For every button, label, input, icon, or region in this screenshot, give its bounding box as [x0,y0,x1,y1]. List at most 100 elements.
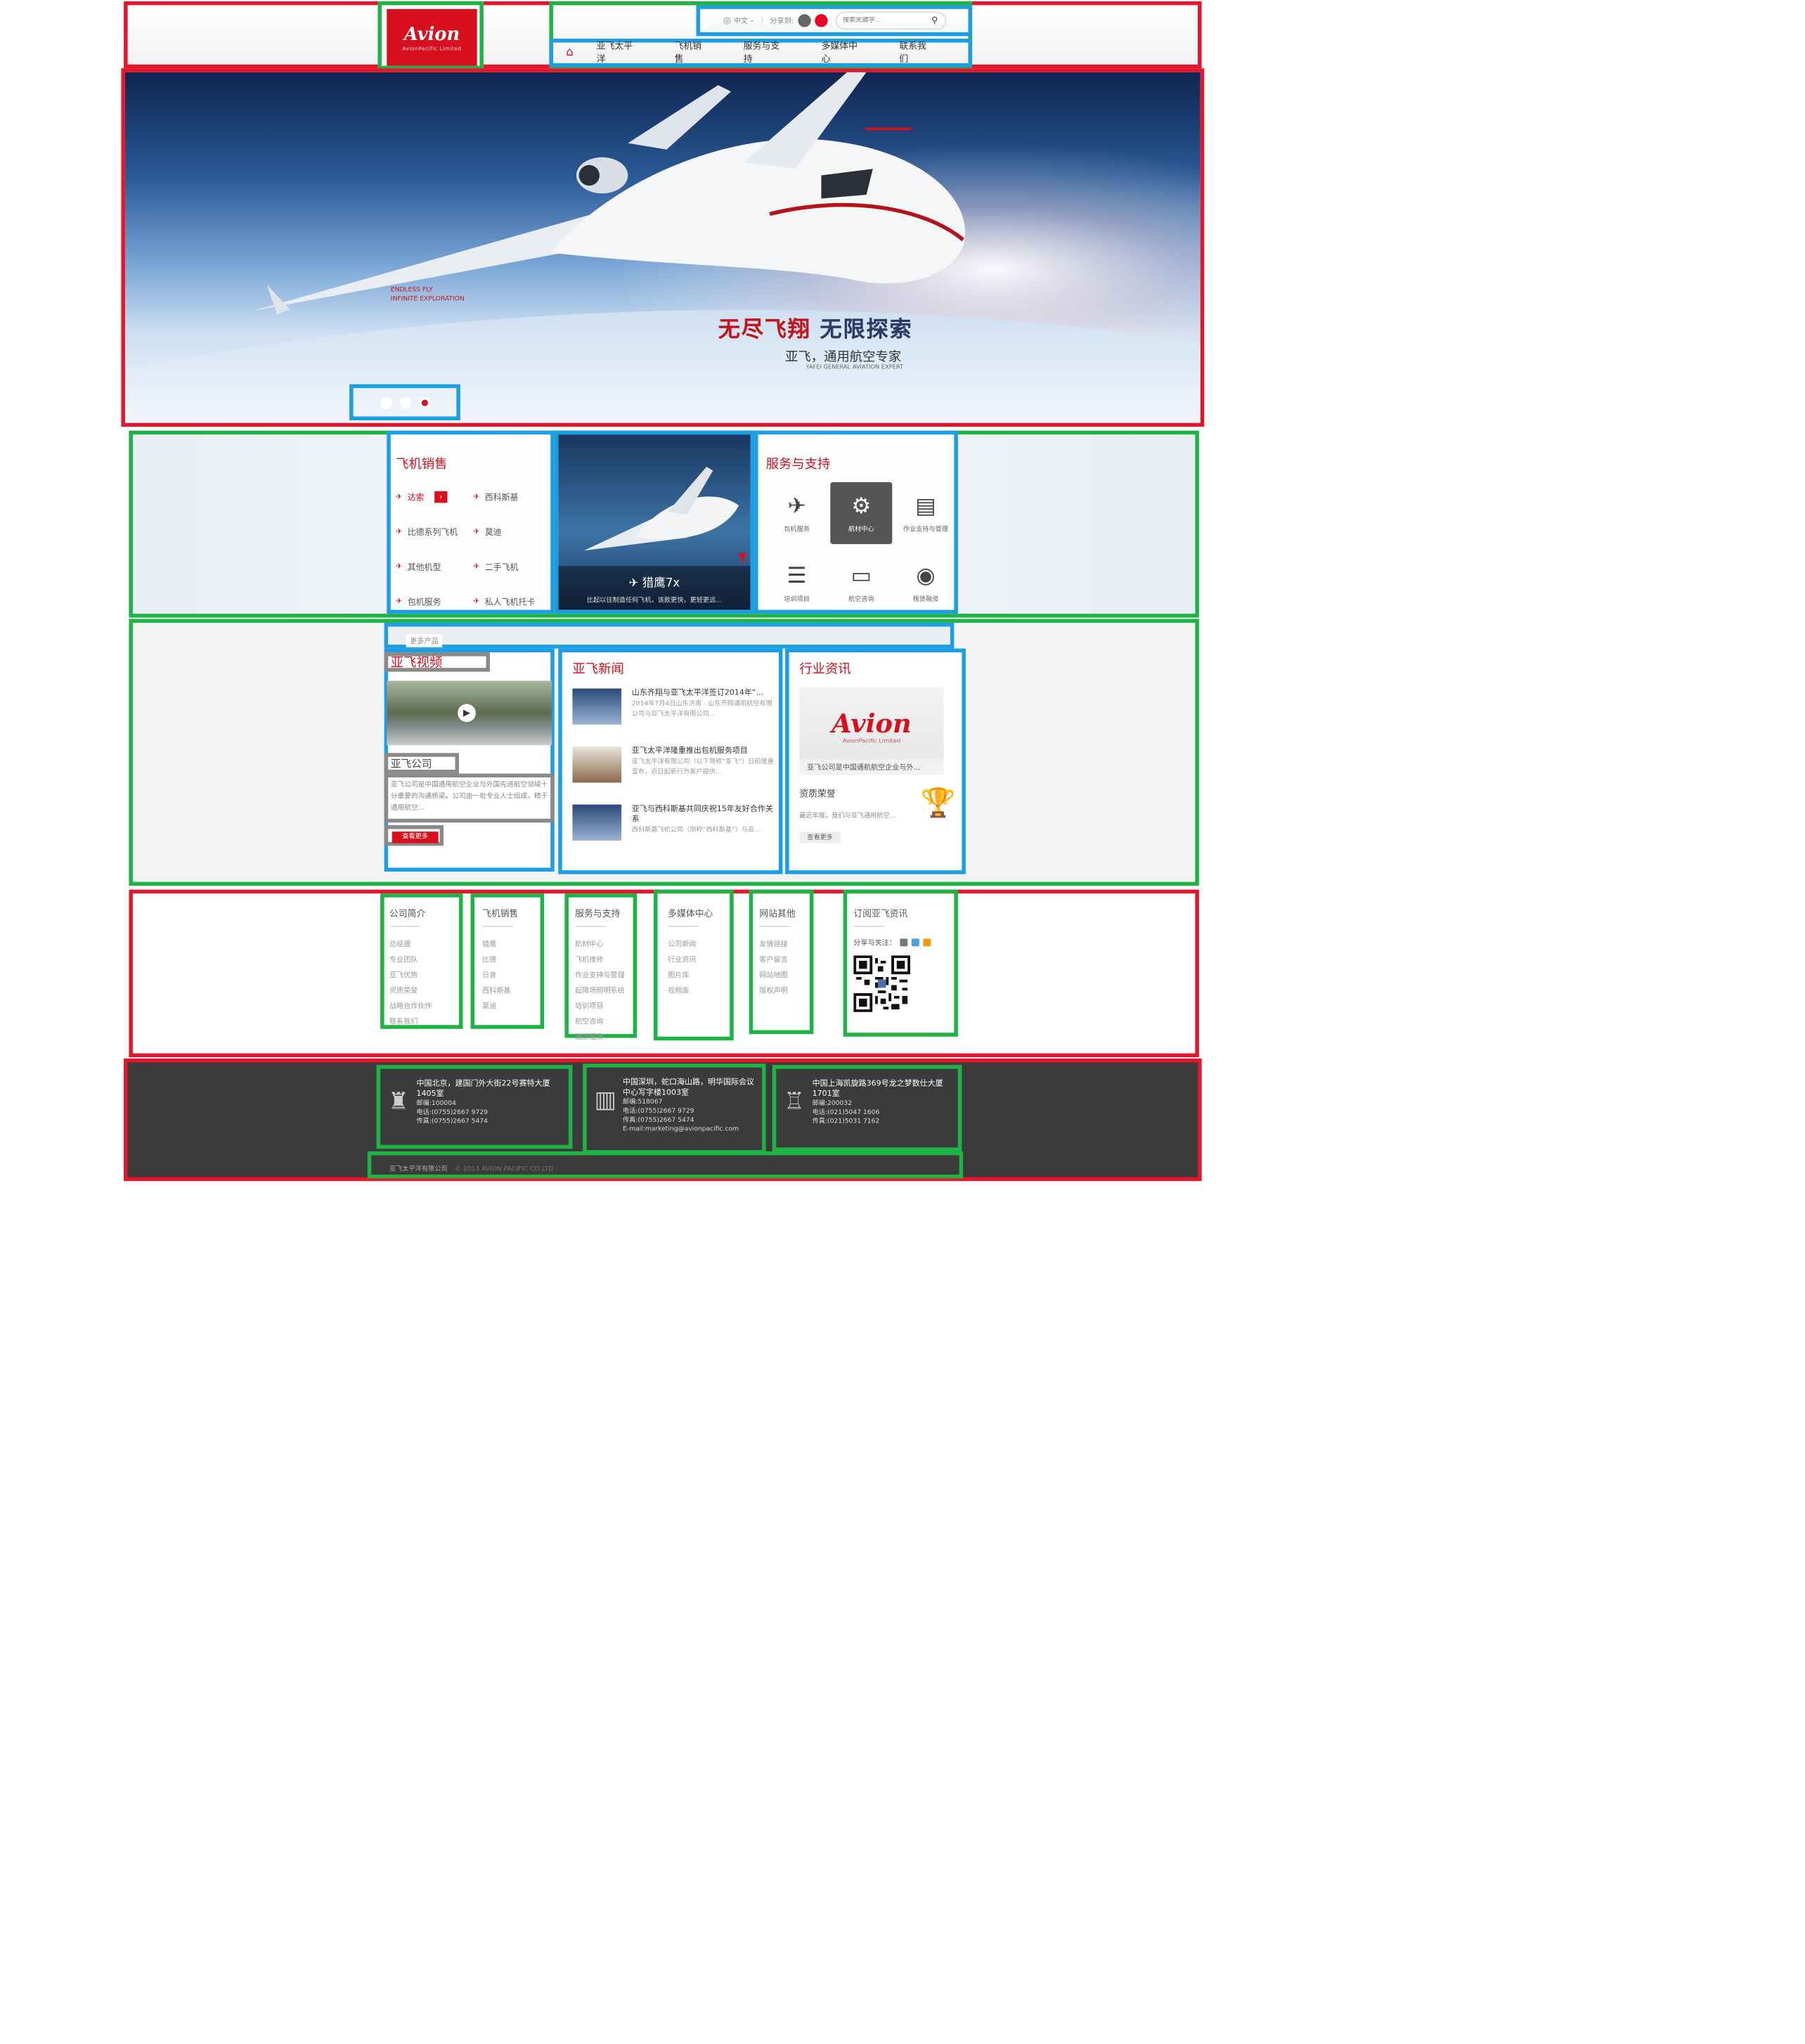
news-panel: 亚飞新闻 山东齐翔与亚飞太平洋签订2014年“... 2014年7月4日山东济南 … [558,648,783,874]
featured-caption: ✈ 猎鹰7x 比起以往制造任何飞机，该款更快，更轻更远... [558,566,751,610]
service-item[interactable]: ▤ 作业支持与管理 [895,482,957,544]
search-icon[interactable]: ⚲ [931,15,938,26]
chevron-down-icon: ⌄ [749,16,755,25]
nav-item-media[interactable]: 多媒体中心 [822,40,866,66]
honor-title: 资质荣誉 [799,789,836,800]
footer-column-about: 公司简介 总经理 专业团队 亚飞优势 资质荣誉 战略合作伙伴 联系我们 [380,893,463,1030]
footer-link[interactable]: 猎鹰 [482,938,533,953]
news-item[interactable]: 亚飞与西科斯基共同庆祝15年友好合作关系 西科斯基飞机公司（简称“西科斯基”）与亚… [572,804,778,851]
footer-link[interactable]: 客户留言 [759,953,803,969]
office-beijing: ♜ 中国北京，建国门外大街22号赛特大厦1405室 邮编:100004 电话:(… [376,1065,573,1149]
footer-link[interactable]: 日食 [482,969,533,984]
video-title: 亚飞视频 [384,652,491,672]
video-thumbnail[interactable]: ▶ [387,680,552,746]
footer-link[interactable]: 飞机维修 [575,953,626,969]
sales-item[interactable]: ✈ 莫迪 [473,525,550,538]
more-products-tab[interactable]: 更多产品 [406,634,443,647]
plane-icon: ✈ [396,526,403,536]
nav-item-sales[interactable]: 飞机销售 [675,40,711,66]
footer-link[interactable]: 友情链接 [759,938,803,953]
sales-item[interactable]: ✈ 达索 › [396,490,473,503]
sales-title: 飞机销售 [396,458,448,472]
footer-link[interactable]: 版权声明 [759,984,803,1000]
footer-link[interactable]: 航空咨询 [575,1015,626,1030]
nav-item-service[interactable]: 服务与支持 [744,40,788,66]
footer-link[interactable]: 视频库 [668,984,719,1000]
footer-link[interactable]: 战略合作伙伴 [389,1000,454,1015]
parts-icon: ⚙ [851,493,872,519]
sales-item[interactable]: ✈ 私人飞机托卡 [473,595,550,607]
service-title: 服务与支持 [765,458,831,472]
search-input[interactable] [842,16,918,25]
industry-logo-image[interactable]: Avion AvionPacific Limited [799,687,944,765]
trophy-icon: 🏆 [920,787,956,820]
footer-link[interactable]: 图片库 [668,969,719,984]
service-item[interactable]: ✈ 包机服务 [766,482,828,544]
news-item[interactable]: 亚飞太平洋隆重推出包机服务项目 亚飞太平洋有限公司（以下简称“亚飞”）日前隆重宣布… [572,746,778,793]
nav-item-contact[interactable]: 联系我们 [899,40,935,66]
home-icon[interactable]: ⌂ [566,46,573,59]
globe-icon: ◎ [723,15,732,26]
service-item[interactable]: ◉ 租赁融资 [895,552,957,614]
copyright-bar: 亚飞太平洋有限公司 © 2013 AVION PACIFIC CO LTD [367,1151,964,1179]
language-select[interactable]: 中文 [734,15,748,26]
footer-link[interactable]: 培训项目 [575,1000,626,1015]
footer-column-media: 多媒体中心 公司新闻 行业资讯 图片库 视频库 [653,889,734,1041]
footer-subscribe: 订阅亚飞资讯 分享与关注： [843,889,958,1037]
company-name: 亚飞太平洋有限公司 [389,1165,448,1174]
service-item[interactable]: ▭ 航空咨询 [830,552,892,614]
slider-dot-active[interactable] [418,396,430,408]
plane-icon: ✈ [396,561,403,571]
plane-icon: ✈ [396,491,403,501]
service-item[interactable]: ☰ 培训项目 [766,552,828,614]
footer-link[interactable]: 资质荣誉 [389,984,454,1000]
qq-icon[interactable] [911,938,919,947]
weibo-icon[interactable] [814,14,827,27]
news-title: 亚飞新闻 [572,662,624,678]
footer-link[interactable]: 起降场照明系统 [575,984,626,1000]
featured-title: 猎鹰7x [642,577,680,591]
sales-item[interactable]: ✈ 二手飞机 [473,559,550,573]
office-shenzhen: ▥ 中国深圳，蛇口海山路，明华国际会议中心写字楼1003室 邮编:518067 … [583,1063,766,1154]
footer-link[interactable]: 西科斯基 [482,984,533,1000]
email-link[interactable]: E-mail:marketing@avionpacific.com [623,1125,754,1134]
wechat-icon[interactable] [900,938,908,947]
slider-dot[interactable] [380,396,392,408]
service-item-active[interactable]: ⚙ 航材中心 [830,482,893,545]
wechat-icon[interactable] [797,14,810,27]
sales-item[interactable]: ✈ 包机服务 [396,595,473,607]
news-item[interactable]: 山东齐翔与亚飞太平洋签订2014年“... 2014年7月4日山东济南 - 山东齐… [572,688,778,735]
footer-link[interactable]: 联系我们 [389,1015,454,1030]
sales-item[interactable]: ✈ 其他机型 [396,559,473,573]
divider: | [761,16,764,25]
logo-text: Avion [403,23,460,45]
featured-aircraft[interactable]: ✈ 猎鹰7x 比起以往制造任何飞机，该款更快，更轻更远... [554,430,755,614]
company-label: 亚飞公司 [384,753,460,774]
industry-caption[interactable]: 亚飞公司是中国通航航空企业与外... [799,759,944,775]
plane-icon: ✈ [473,561,480,571]
honor-more-button[interactable]: 查看更多 [799,832,841,843]
footer-link[interactable]: 行业资讯 [668,953,719,969]
main-nav: ⌂ 亚飞太平洋 飞机销售 服务与支持 多媒体中心 联系我们 [549,39,973,67]
footer-link[interactable]: 融资租赁 [575,1030,626,1046]
footer-link[interactable]: 亚飞优势 [389,969,454,984]
plane-check-icon: ✈ [787,493,806,519]
site-logo[interactable]: Avion AvionPacific Limited [377,1,484,70]
nav-item-about[interactable]: 亚飞太平洋 [597,40,641,66]
footer-link[interactable]: 作业支持与管理 [575,969,626,984]
more-button[interactable]: 查看更多 [392,832,439,843]
service-support-panel: 服务与支持 ✈ 包机服务 ⚙ 航材中心 ▤ 作业支持与管理 ☰ 培训项目 ▭ 航空咨询 ◉… [754,430,958,614]
sales-item[interactable]: ✈ 西科斯基 [473,490,550,503]
footer-link[interactable]: 比德 [482,953,533,969]
search-box: ⚲ [834,11,946,30]
rss-icon[interactable] [923,938,931,947]
sales-item[interactable]: ✈ 比德系列飞机 [396,525,473,538]
footer-link[interactable]: 专业团队 [389,953,454,969]
footer-link[interactable]: 航材中心 [575,938,626,953]
play-icon[interactable]: ▶ [458,704,476,723]
footer-link[interactable]: 网站地图 [759,969,803,984]
footer-link[interactable]: 总经理 [389,938,454,953]
footer-link[interactable]: 公司新闻 [668,938,719,953]
footer-link[interactable]: 莫迪 [482,1000,533,1015]
slider-dot[interactable] [399,396,411,408]
